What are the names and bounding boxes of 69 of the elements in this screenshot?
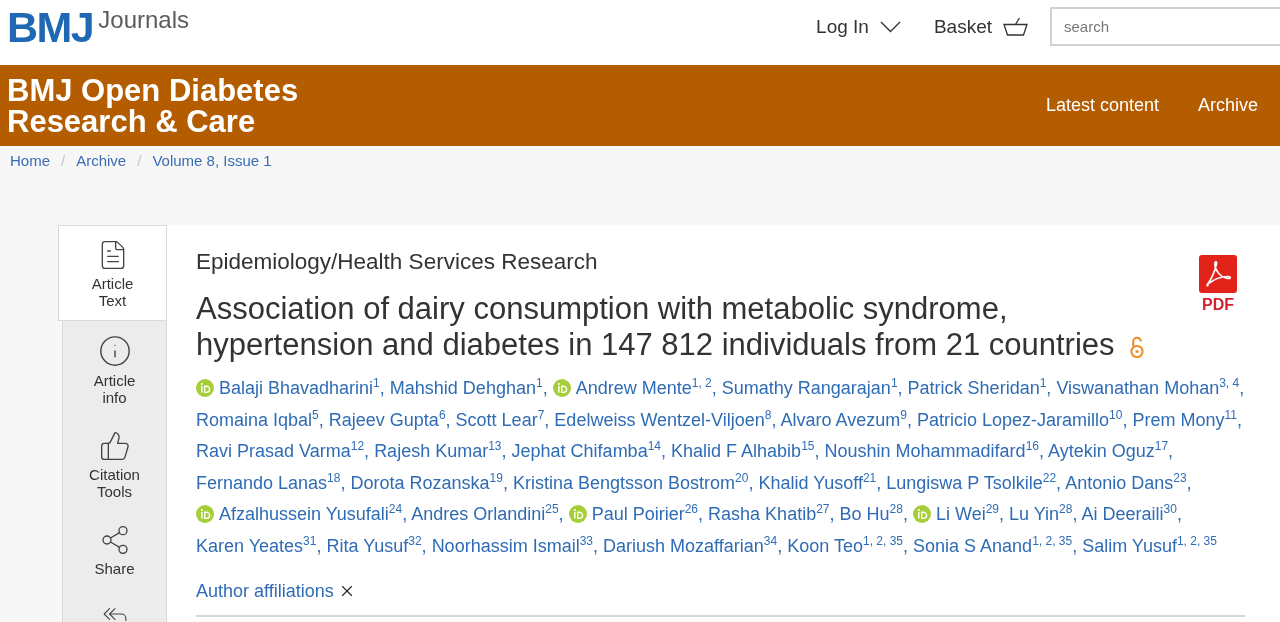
author-link[interactable]: Patricio Lopez-Jaramillo$^{10}$ — [916, 409, 1123, 430]
author-link[interactable]: Scott Lear$^{7}$ — [455, 409, 545, 430]
pdf-link[interactable]: PDF — [1199, 255, 1237, 314]
breadcrumb-separator: / — [61, 152, 66, 169]
author-link[interactable]: Mahshid Dehghan$^{1}$ — [389, 378, 543, 398]
author-link[interactable]: Afzalhussein Yusufali$^{24}$ — [219, 504, 403, 524]
article-tab[interactable]: Share — [62, 511, 166, 588]
author-link[interactable]: Andres Orlandini$^{25}$ — [411, 504, 559, 524]
author-link[interactable]: Khalid Yusoff$^{21}$ — [758, 472, 877, 493]
author-link[interactable]: Lu Yin$^{28}$ — [1009, 504, 1073, 524]
author-link[interactable]: Lungiswa P Tsolkile$^{22}$ — [886, 472, 1057, 493]
author-link[interactable]: Aytekin Oguz$^{17}$ — [1048, 441, 1169, 461]
author-link[interactable]: Fernando Lanas$^{18}$ — [196, 472, 341, 493]
nav-link[interactable]: Archive — [1197, 95, 1258, 116]
author-link[interactable]: Karen Yeates$^{31}$ — [196, 535, 317, 556]
author-affiliations-toggle[interactable]: Author affiliations — [196, 579, 356, 603]
author-link[interactable]: Paul Poirier$^{26}$ — [591, 504, 699, 524]
brand-wordmark: Journals — [98, 7, 189, 33]
author-link[interactable]: Patrick Sheridan$^{1}$ — [907, 378, 1047, 398]
orcid-icon[interactable] — [196, 379, 214, 397]
thumbs-up-icon — [98, 430, 131, 462]
author-link[interactable]: Balaji Bhavadharini$^{1}$ — [219, 378, 380, 398]
info-icon — [97, 334, 132, 368]
orcid-icon[interactable] — [912, 505, 931, 523]
author-link[interactable]: Dorota Rozanska$^{19}$ — [350, 472, 503, 493]
author-link[interactable]: Viswanathan Mohan$^{3, 4}$ — [1056, 378, 1240, 398]
author-link[interactable]: Dariush Mozaffarian$^{34}$ — [603, 535, 778, 556]
article-tab[interactable]: Article info — [62, 321, 166, 417]
article-tab[interactable]: Article Text — [58, 225, 166, 321]
author-link[interactable]: Li Wei$^{29}$ — [935, 504, 999, 524]
author-link[interactable]: Rajeev Gupta$^{6}$ — [328, 409, 446, 430]
search-field[interactable]: search — [1050, 7, 1280, 46]
author-link[interactable]: Prem Mony$^{11}$ — [1132, 409, 1237, 430]
author-link[interactable]: Kristina Bengtsson Bostrom$^{20}$ — [512, 472, 749, 493]
author-link[interactable]: Sumathy Rangarajan$^{1}$ — [721, 378, 898, 398]
author-link[interactable]: Bo Hu$^{28}$ — [839, 504, 903, 524]
article-tab[interactable]: Citation Tools — [62, 417, 166, 511]
login-button[interactable]: Log In — [816, 15, 901, 38]
author-link[interactable]: Alvaro Avezum$^{9}$ — [780, 409, 907, 430]
author-link[interactable]: Andrew Mente$^{1, 2}$ — [575, 378, 712, 398]
author-link[interactable]: Rajesh Kumar$^{13}$ — [374, 441, 502, 461]
author-link[interactable]: Romaina Iqbal$^{5}$ — [196, 409, 319, 430]
author-link[interactable]: Rita Yusuf$^{32}$ — [326, 535, 422, 556]
author-link[interactable]: Ravi Prasad Varma$^{12}$ — [196, 441, 365, 461]
author-link[interactable]: Edelweiss Wentzel-Viljoen$^{8}$ — [554, 409, 772, 430]
breadcrumb-link[interactable]: Archive — [76, 152, 127, 169]
orcid-icon[interactable] — [196, 505, 214, 523]
chevron-down-icon — [879, 20, 901, 33]
basket-button[interactable]: Basket — [933, 15, 1028, 38]
article-section: Epidemiology/Health Services Research — [196, 248, 1168, 276]
pdf-icon — [1199, 255, 1237, 293]
orcid-icon[interactable] — [552, 379, 571, 397]
author-link[interactable]: Rasha Khatib$^{27}$ — [708, 504, 830, 524]
author-link[interactable]: Noorhassim Ismail$^{33}$ — [431, 535, 594, 556]
brand-logo[interactable]: BMJ — [7, 5, 94, 49]
basket-icon — [1003, 17, 1028, 36]
nav-link[interactable]: Latest content — [1045, 95, 1159, 116]
breadcrumb-link[interactable]: Home — [10, 152, 50, 169]
breadcrumb-separator: / — [137, 152, 142, 169]
article-tab[interactable] — [62, 588, 166, 622]
orcid-icon[interactable] — [568, 505, 587, 523]
author-link[interactable]: Jephat Chifamba$^{14}$ — [511, 441, 661, 461]
author-link[interactable]: Antonio Dans$^{23}$ — [1065, 472, 1187, 493]
article-title: Association of dairy consumption with metabolic syndrome, hypertension and diabetes in 147 812 individuals from 21 countries — [196, 291, 1168, 363]
author-link[interactable]: Khalid F Alhabib$^{15}$ — [671, 441, 815, 461]
journal-title[interactable]: BMJ Open Diabetes Research & Care — [7, 74, 322, 137]
author-link[interactable]: Ai Deeraili$^{30}$ — [1081, 504, 1177, 524]
breadcrumb-link[interactable]: Volume 8, Issue 1 — [152, 152, 272, 169]
author-link[interactable]: Noushin Mohammadifard$^{16}$ — [824, 441, 1039, 461]
